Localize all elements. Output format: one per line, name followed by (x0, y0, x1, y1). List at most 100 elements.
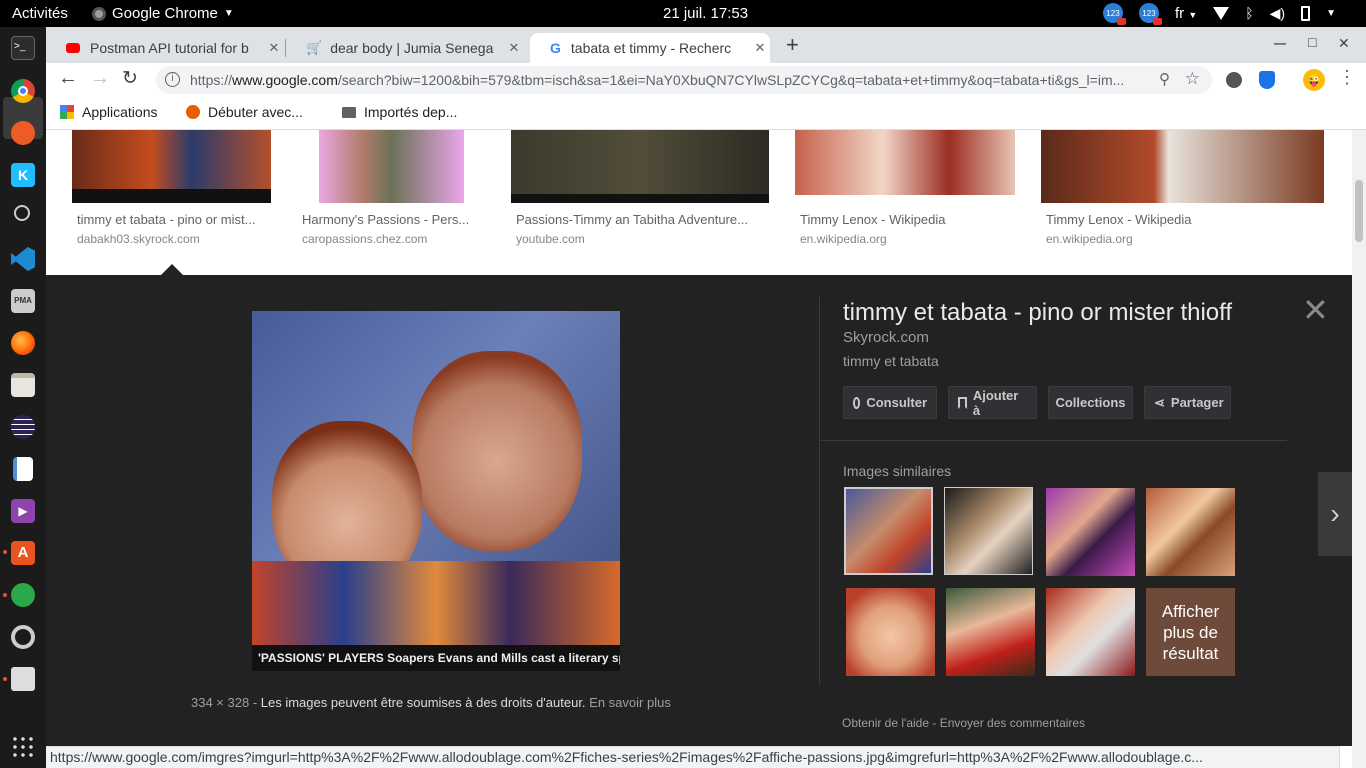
maps-icon[interactable] (11, 667, 35, 691)
result-site: dabakh03.skyrock.com (77, 232, 200, 246)
chat-icon[interactable] (11, 583, 35, 607)
bookmark-debuter[interactable]: Débuter avec... (186, 104, 303, 120)
shield-icon[interactable] (1259, 71, 1275, 89)
help-link[interactable]: Obtenir de l'aide (842, 716, 929, 730)
similar-image[interactable] (1046, 588, 1135, 676)
close-panel-icon[interactable]: ✕ (1302, 294, 1329, 326)
menu-icon[interactable]: ⋮ (1338, 67, 1356, 88)
close-tab-icon[interactable]: ✕ (750, 40, 770, 56)
eclipse-icon[interactable] (11, 415, 35, 439)
bookmark-folder-importes[interactable]: Importés dep... (342, 104, 457, 120)
minimize-button[interactable]: — (1274, 36, 1286, 50)
result-caption[interactable]: timmy et tabata - pino or mist... dabakh0… (77, 212, 272, 246)
language-indicator[interactable]: fr ▼ (1175, 5, 1197, 22)
result-caption[interactable]: Harmony's Passions - Pers... caropassions… (302, 212, 487, 246)
show-more-results[interactable]: Afficher plus de résultat (1146, 588, 1235, 676)
new-tab-button[interactable]: + (786, 32, 799, 58)
clock[interactable]: 21 juil. 17:53 (663, 5, 748, 22)
files-icon[interactable] (11, 373, 35, 397)
forward-icon[interactable]: → (90, 67, 110, 90)
result-thumbnail[interactable] (795, 130, 1015, 195)
panel-divider (819, 297, 820, 685)
panel-title[interactable]: timmy et tabata - pino or mister thioff (843, 299, 1232, 327)
vscode-icon[interactable] (11, 247, 35, 271)
similar-image[interactable] (1046, 488, 1135, 576)
tab-postman[interactable]: Postman API tutorial for b ✕ (46, 33, 284, 63)
share-button[interactable]: ⋖ Partager (1144, 386, 1231, 419)
result-caption[interactable]: Timmy Lenox - Wikipedia en.wikipedia.org (1046, 212, 1296, 246)
scrollbar[interactable] (1352, 130, 1366, 768)
learn-more-link[interactable]: En savoir plus (589, 695, 671, 710)
search-icon[interactable] (14, 205, 30, 221)
terminal-icon[interactable]: >_ (11, 36, 35, 60)
collections-button[interactable]: Collections (1048, 386, 1133, 419)
similar-image[interactable] (944, 487, 1033, 575)
app-menu[interactable]: Google Chrome ▼ (92, 5, 234, 22)
star-icon[interactable]: ☆ (1185, 69, 1200, 89)
back-icon[interactable]: ← (58, 67, 78, 90)
language-label: fr (1174, 4, 1185, 22)
result-caption[interactable]: Passions-Timmy an Tabitha Adventure... yo… (516, 212, 771, 246)
address-bar[interactable]: i https://www.google.com/search?biw=1200… (156, 66, 1212, 94)
feedback-link[interactable]: Envoyer des commentaires (940, 716, 1085, 730)
battery-icon[interactable] (1301, 5, 1311, 21)
google-icon: G (550, 40, 561, 56)
dock: >_ K PMA ▶ A (0, 27, 46, 768)
separator: - (929, 716, 940, 730)
activities-button[interactable]: Activités (12, 5, 68, 22)
tab-title: tabata et timmy - Recherc (570, 40, 732, 56)
settings-icon[interactable] (11, 625, 35, 649)
extension-icon[interactable] (1226, 72, 1242, 88)
result-title: Passions-Timmy an Tabitha Adventure... (516, 212, 748, 227)
similar-image[interactable] (846, 588, 935, 676)
tab-jumia[interactable]: 🛒 dear body | Jumia Senega ✕ (286, 33, 524, 63)
phpmyadmin-icon[interactable]: PMA (11, 289, 35, 313)
bluetooth-icon[interactable]: ᛒ (1245, 5, 1253, 21)
volume-icon[interactable]: ◀) (1270, 5, 1285, 22)
firefox-icon[interactable] (11, 331, 35, 355)
notification-badge-icon[interactable]: 123 (1138, 3, 1162, 25)
chevron-down-icon[interactable]: ▼ (1326, 8, 1336, 19)
text-editor-icon[interactable] (13, 457, 33, 481)
button-label: Collections (1055, 395, 1126, 410)
add-to-button[interactable]: Ajouter à (948, 386, 1037, 419)
similar-image[interactable] (946, 588, 1035, 676)
panel-site[interactable]: Skyrock.com (843, 329, 929, 346)
apps-grid-icon (60, 105, 74, 119)
reload-icon[interactable]: ↻ (122, 67, 138, 90)
postman-icon[interactable] (11, 121, 35, 145)
close-tab-icon[interactable]: ✕ (504, 40, 524, 56)
similar-image[interactable] (844, 487, 933, 575)
close-window-button[interactable]: ✕ (1338, 35, 1350, 52)
visit-button[interactable]: Consulter (843, 386, 937, 419)
video-player-icon[interactable]: ▶ (11, 499, 35, 523)
result-thumbnail[interactable] (1041, 130, 1324, 203)
chrome-icon[interactable] (11, 79, 35, 103)
similar-image[interactable] (1146, 488, 1235, 576)
zoom-icon[interactable]: ⚲ (1159, 70, 1170, 88)
result-thumbnail[interactable] (319, 130, 464, 203)
result-site: en.wikipedia.org (1046, 232, 1133, 246)
preview-image[interactable]: 'PASSIONS' PLAYERS Soapers Evans and Mil… (252, 311, 620, 671)
result-caption[interactable]: Timmy Lenox - Wikipedia en.wikipedia.org (800, 212, 1020, 246)
show-applications-icon[interactable] (11, 735, 35, 759)
close-tab-icon[interactable]: ✕ (264, 40, 284, 56)
panel-pointer (161, 264, 183, 275)
chrome-icon (92, 6, 106, 21)
next-image-icon[interactable]: › (1318, 472, 1352, 556)
kaggle-icon[interactable]: K (11, 163, 35, 187)
info-icon[interactable]: i (165, 72, 180, 87)
maximize-button[interactable]: □ (1308, 34, 1316, 50)
bookmark-applications[interactable]: Applications (60, 104, 158, 120)
image-footer: 334 × 328 - Les images peuvent être soum… (191, 695, 671, 710)
result-site: caropassions.chez.com (302, 232, 428, 246)
wifi-icon[interactable] (1213, 6, 1230, 20)
software-center-icon[interactable]: A (11, 541, 35, 565)
result-thumbnail[interactable] (72, 130, 271, 203)
scrollbar-thumb[interactable] (1355, 180, 1363, 242)
notification-badge-icon[interactable]: 123 (1102, 3, 1126, 25)
result-thumbnail[interactable] (511, 130, 769, 203)
profile-avatar[interactable]: 😜 (1303, 69, 1325, 91)
chevron-down-icon: ▼ (1188, 9, 1198, 20)
tab-google-search[interactable]: G tabata et timmy - Recherc ✕ (530, 33, 770, 63)
